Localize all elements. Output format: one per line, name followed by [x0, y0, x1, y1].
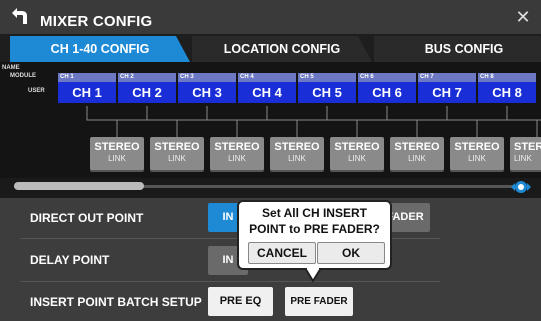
stereo-link-line1: STEREO — [154, 141, 200, 153]
channel-user-name[interactable]: CH 2 — [118, 82, 176, 103]
back-button[interactable] — [6, 3, 32, 29]
confirm-message-line2: POINT to PRE FADER? — [249, 222, 380, 236]
channel-module-name: CH 4 — [238, 73, 296, 82]
stereo-link-button-7-8[interactable]: STEREO LINK — [450, 137, 504, 170]
stereo-link-line2: LINK — [408, 154, 426, 163]
channel-ch6[interactable]: CH 6 CH 6 — [358, 73, 416, 105]
title-bar: MIXER CONFIG ✕ — [0, 0, 541, 34]
delay-point-label: DELAY POINT — [30, 253, 110, 267]
channel-ch8[interactable]: CH 8 CH 8 — [478, 73, 536, 105]
stereo-link-line2: LINK — [288, 154, 306, 163]
channel-user-name[interactable]: CH 6 — [358, 82, 416, 103]
stereo-link-line2: LINK — [108, 154, 126, 163]
cancel-button[interactable]: CANCEL — [248, 242, 316, 264]
stereo-link-line1: STEREO — [394, 141, 440, 153]
channel-ch2[interactable]: CH 2 CH 2 — [118, 73, 176, 105]
tab-ch-1-40-config[interactable]: CH 1-40 CONFIG — [10, 36, 190, 62]
channel-module-name: CH 7 — [418, 73, 476, 82]
pre-eq-button[interactable]: PRE EQ — [208, 287, 273, 316]
channel-user-name[interactable]: CH 3 — [178, 82, 236, 103]
stereo-link-line1: STEREO — [274, 141, 320, 153]
stereo-link-button-6-7[interactable]: STEREO LINK — [390, 137, 444, 170]
ok-button[interactable]: OK — [317, 242, 385, 264]
channel-module-name: CH 6 — [358, 73, 416, 82]
insert-point-batch-setup-label: INSERT POINT BATCH SETUP — [30, 295, 202, 309]
confirm-dialog: Set All CH INSERT POINT to PRE FADER? CA… — [237, 200, 392, 270]
row-divider — [20, 281, 440, 282]
tab-bar: CH 1-40 CONFIG LOCATION CONFIG BUS CONFI… — [0, 34, 541, 62]
channel-ch1[interactable]: CH 1 CH 1 — [58, 73, 116, 105]
stereo-link-line2: LINK — [348, 154, 366, 163]
scroll-knob[interactable] — [510, 176, 532, 198]
confirm-message-line1: Set All CH INSERT — [262, 206, 367, 220]
confirm-message: Set All CH INSERT POINT to PRE FADER? — [239, 205, 390, 237]
stereo-link-button-3-4[interactable]: STEREO LINK — [210, 137, 264, 170]
dialog-pointer — [305, 268, 321, 282]
channel-user-name[interactable]: CH 1 — [58, 82, 116, 103]
stereo-link-line1: STEREO — [514, 141, 541, 153]
tab-location-config[interactable]: LOCATION CONFIG — [192, 36, 372, 62]
channel-module-name: CH 3 — [178, 73, 236, 82]
window-title: MIXER CONFIG — [40, 13, 153, 30]
stereo-link-button-2-3[interactable]: STEREO LINK — [150, 137, 204, 170]
stereo-link-line2: LINK — [228, 154, 246, 163]
stereo-link-button-8-9[interactable]: STEREO LINK — [510, 137, 541, 170]
stereo-link-line2: LINK — [514, 154, 532, 163]
direct-out-point-label: DIRECT OUT POINT — [30, 211, 144, 225]
stereo-link-line2: LINK — [168, 154, 186, 163]
back-arrow-icon — [12, 8, 27, 24]
channel-module-name: CH 5 — [298, 73, 356, 82]
channel-user-name[interactable]: CH 5 — [298, 82, 356, 103]
stereo-link-button-4-5[interactable]: STEREO LINK — [270, 137, 324, 170]
channel-module-name: CH 8 — [478, 73, 536, 82]
scroll-knob-icon — [511, 181, 531, 193]
channel-strip-area: NAME MODULE USER CH 1 CH 1 CH 2 CH 2 CH … — [0, 62, 541, 178]
channel-module-name: CH 1 — [58, 73, 116, 82]
channel-ch7[interactable]: CH 7 CH 7 — [418, 73, 476, 105]
close-button[interactable]: ✕ — [512, 6, 534, 28]
channel-user-name[interactable]: CH 8 — [478, 82, 536, 103]
stereo-link-line1: STEREO — [94, 141, 140, 153]
channel-ch3[interactable]: CH 3 CH 3 — [178, 73, 236, 105]
channel-user-name[interactable]: CH 7 — [418, 82, 476, 103]
stereo-link-line1: STEREO — [214, 141, 260, 153]
channel-module-name: CH 2 — [118, 73, 176, 82]
horizontal-scrollbar-thumb[interactable] — [14, 182, 144, 190]
stereo-link-button-1-2[interactable]: STEREO LINK — [90, 137, 144, 170]
channel-ch5[interactable]: CH 5 CH 5 — [298, 73, 356, 105]
channel-ch4[interactable]: CH 4 CH 4 — [238, 73, 296, 105]
tab-bus-config[interactable]: BUS CONFIG — [374, 36, 541, 62]
stereo-link-line1: STEREO — [334, 141, 380, 153]
pre-fader-button[interactable]: PRE FADER — [285, 287, 353, 316]
stereo-link-line1: STEREO — [454, 141, 500, 153]
channel-user-name[interactable]: CH 4 — [238, 82, 296, 103]
stereo-link-button-5-6[interactable]: STEREO LINK — [330, 137, 384, 170]
stereo-link-line2: LINK — [468, 154, 486, 163]
